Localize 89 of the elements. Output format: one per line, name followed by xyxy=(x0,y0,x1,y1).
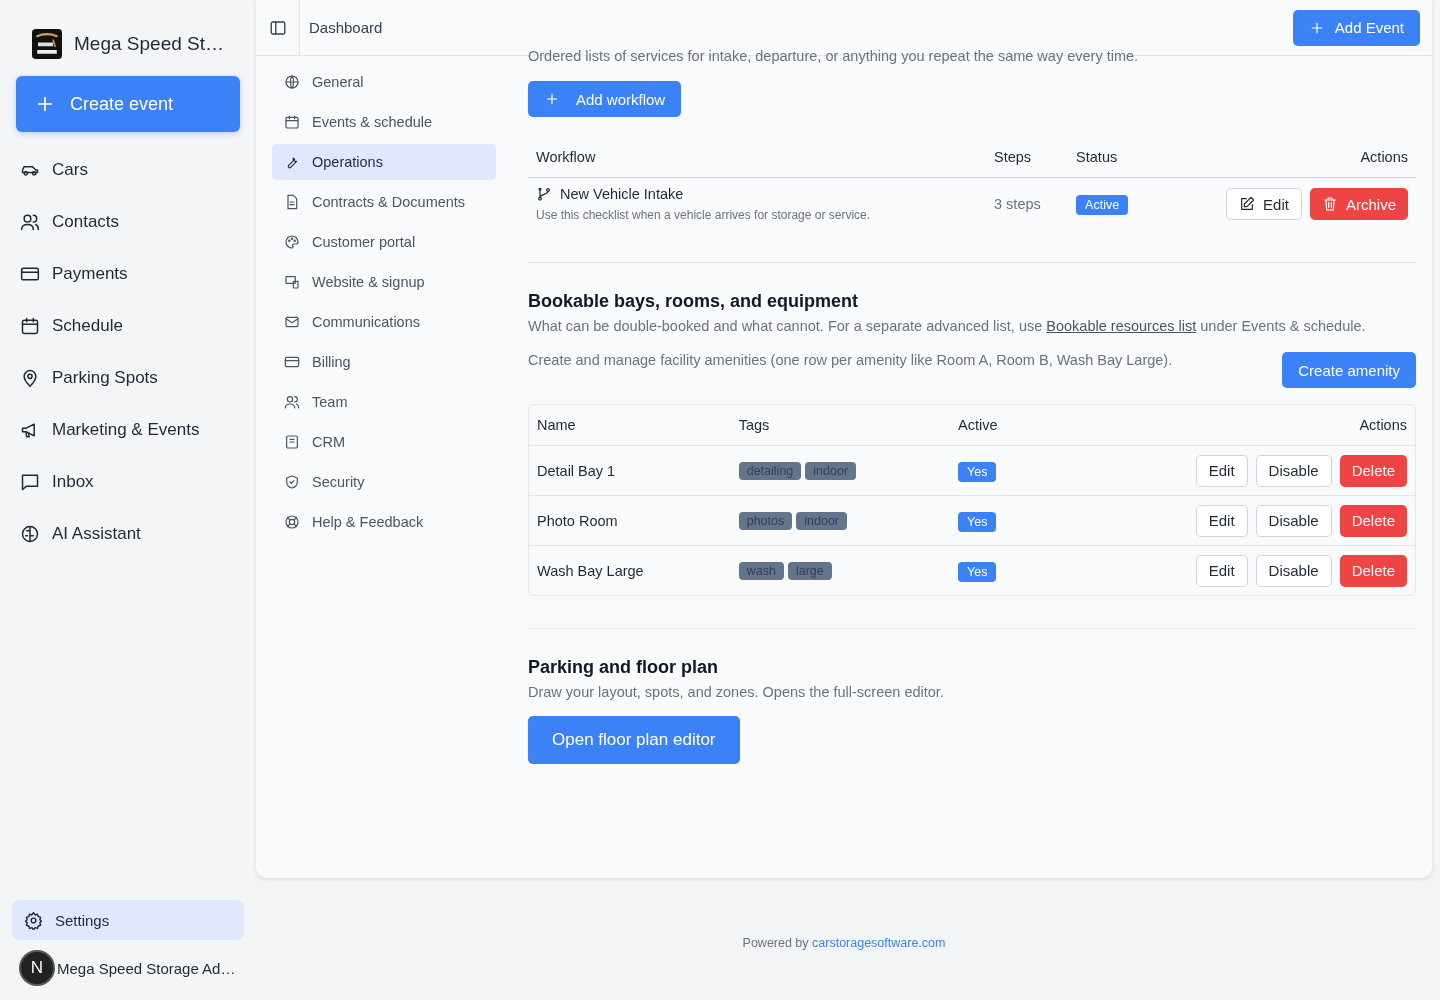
column-header: Status xyxy=(1068,137,1158,178)
section-description: Draw your layout, spots, and zones. Opens the full-screen editor. xyxy=(528,684,944,700)
footer-text: Powered by carstoragesoftware.com xyxy=(742,936,946,950)
delete-button[interactable]: Delete xyxy=(1339,504,1407,537)
workflow-description: Use this checklist when a vehicle arrives for storage or service. xyxy=(536,208,872,222)
credit-card-icon xyxy=(284,354,300,370)
section-description: What can be double-booked and what cannot. For a separate advanced list, use Bookable resources list under Events & schedule. xyxy=(528,318,1366,334)
sidebar-item[interactable]: Inbox xyxy=(0,456,256,508)
create-event-button[interactable]: Create event xyxy=(16,76,240,132)
column-header: Workflow xyxy=(528,137,987,178)
active-badge: Yes xyxy=(958,511,997,532)
breadcrumb[interactable]: Dashboard xyxy=(309,19,383,36)
table-cell: 3 steps xyxy=(986,177,1069,230)
settings-nav-item[interactable]: CRM xyxy=(272,424,496,460)
settings-nav-item[interactable]: Operations xyxy=(272,144,496,180)
users-icon xyxy=(284,394,300,410)
add-workflow-button[interactable]: Add workflow xyxy=(528,81,682,117)
disable-button[interactable]: Disable xyxy=(1255,504,1332,537)
user-avatar[interactable]: N xyxy=(19,950,55,986)
bookable-resources-link[interactable]: Bookable resources list xyxy=(1046,318,1197,334)
workflow-name: New Vehicle Intake xyxy=(560,186,684,202)
settings-nav-item[interactable]: Team xyxy=(272,384,496,420)
settings-nav-item[interactable]: Billing xyxy=(272,344,496,380)
create-amenity-button[interactable]: Create amenity xyxy=(1282,352,1416,388)
settings-nav-item[interactable]: Security xyxy=(272,464,496,500)
settings-nav-item[interactable]: Website & signup xyxy=(272,264,496,300)
column-header: Actions xyxy=(1041,405,1415,446)
disable-button[interactable]: Disable xyxy=(1255,554,1332,587)
edit-button[interactable]: Edit xyxy=(1195,454,1248,487)
table-cell: Photo Room xyxy=(529,495,731,546)
section-title: Parking and floor plan xyxy=(528,657,719,678)
edit-button[interactable]: Edit xyxy=(1195,504,1248,537)
palette-icon xyxy=(284,234,300,250)
amenities-note: Create and manage facility amenities (one row per amenity like Room A, Room B, Wash Bay Large). xyxy=(528,352,1173,368)
section-title: Bookable bays, rooms, and equipment xyxy=(528,291,859,312)
active-badge: Yes xyxy=(958,461,997,482)
gear-icon xyxy=(24,910,43,930)
chat-icon xyxy=(20,472,40,492)
table-cell: Wash Bay Large xyxy=(529,545,731,595)
user-name: Mega Speed Storage Ad… xyxy=(57,959,236,977)
column-header: Actions xyxy=(1157,137,1416,178)
add-event-button[interactable]: Add Event xyxy=(1292,9,1420,46)
sidebar-item[interactable]: Parking Spots xyxy=(0,352,256,404)
calendar-icon xyxy=(284,114,300,130)
delete-button[interactable]: Delete xyxy=(1339,554,1407,587)
sidebar-item[interactable]: Contacts xyxy=(0,196,256,248)
shield-icon xyxy=(284,474,300,490)
column-header: Tags xyxy=(730,405,950,446)
map-pin-icon xyxy=(20,368,40,388)
id-card-icon xyxy=(284,434,300,450)
column-header: Steps xyxy=(986,137,1069,178)
plus-icon xyxy=(544,91,560,107)
devices-icon xyxy=(284,274,300,290)
section-description: Ordered lists of services for intake, departure, or anything you repeat the same way every time. xyxy=(528,48,1139,64)
open-floor-plan-button[interactable]: Open floor plan editor xyxy=(528,716,740,764)
settings-nav-item[interactable]: Customer portal xyxy=(272,224,496,260)
sidebar-item[interactable]: Cars xyxy=(0,144,256,196)
document-icon xyxy=(284,194,300,210)
delete-button[interactable]: Delete xyxy=(1339,454,1407,487)
settings-nav-item[interactable]: Help & Feedback xyxy=(272,504,496,540)
sidebar-item[interactable]: Payments xyxy=(0,248,256,300)
edit-icon xyxy=(1239,196,1256,212)
brand-name: Mega Speed St… xyxy=(74,33,224,55)
status-badge: Active xyxy=(1076,195,1129,215)
column-header: Name xyxy=(529,405,731,446)
users-icon xyxy=(20,212,40,232)
table-cell: Detail Bay 1 xyxy=(529,445,731,496)
settings-nav-item[interactable]: Communications xyxy=(272,304,496,340)
sidebar-toggle-icon xyxy=(268,18,287,37)
settings-nav-item[interactable]: General xyxy=(272,64,496,100)
edit-button[interactable]: Edit xyxy=(1195,554,1248,587)
sidebar-item[interactable]: AI Assistant xyxy=(0,508,256,560)
disable-button[interactable]: Disable xyxy=(1255,454,1332,487)
sidebar-item[interactable]: Schedule xyxy=(0,300,256,352)
branch-icon xyxy=(536,186,552,202)
sidebar-item[interactable]: Marketing & Events xyxy=(0,404,256,456)
edit-button[interactable]: Edit xyxy=(1226,188,1302,220)
globe-icon xyxy=(284,74,300,90)
credit-card-icon xyxy=(20,264,40,284)
trash-icon xyxy=(1321,196,1338,212)
active-badge: Yes xyxy=(958,561,997,582)
settings-nav-item[interactable]: Events & schedule xyxy=(272,104,496,140)
settings-item[interactable]: Settings xyxy=(12,900,244,940)
archive-button[interactable]: Archive xyxy=(1309,188,1408,220)
calendar-icon xyxy=(20,316,40,336)
lifebuoy-icon xyxy=(284,514,300,530)
column-header: Active xyxy=(950,405,1042,446)
settings-nav-item[interactable]: Contracts & Documents xyxy=(272,184,496,220)
mail-icon xyxy=(284,314,300,330)
